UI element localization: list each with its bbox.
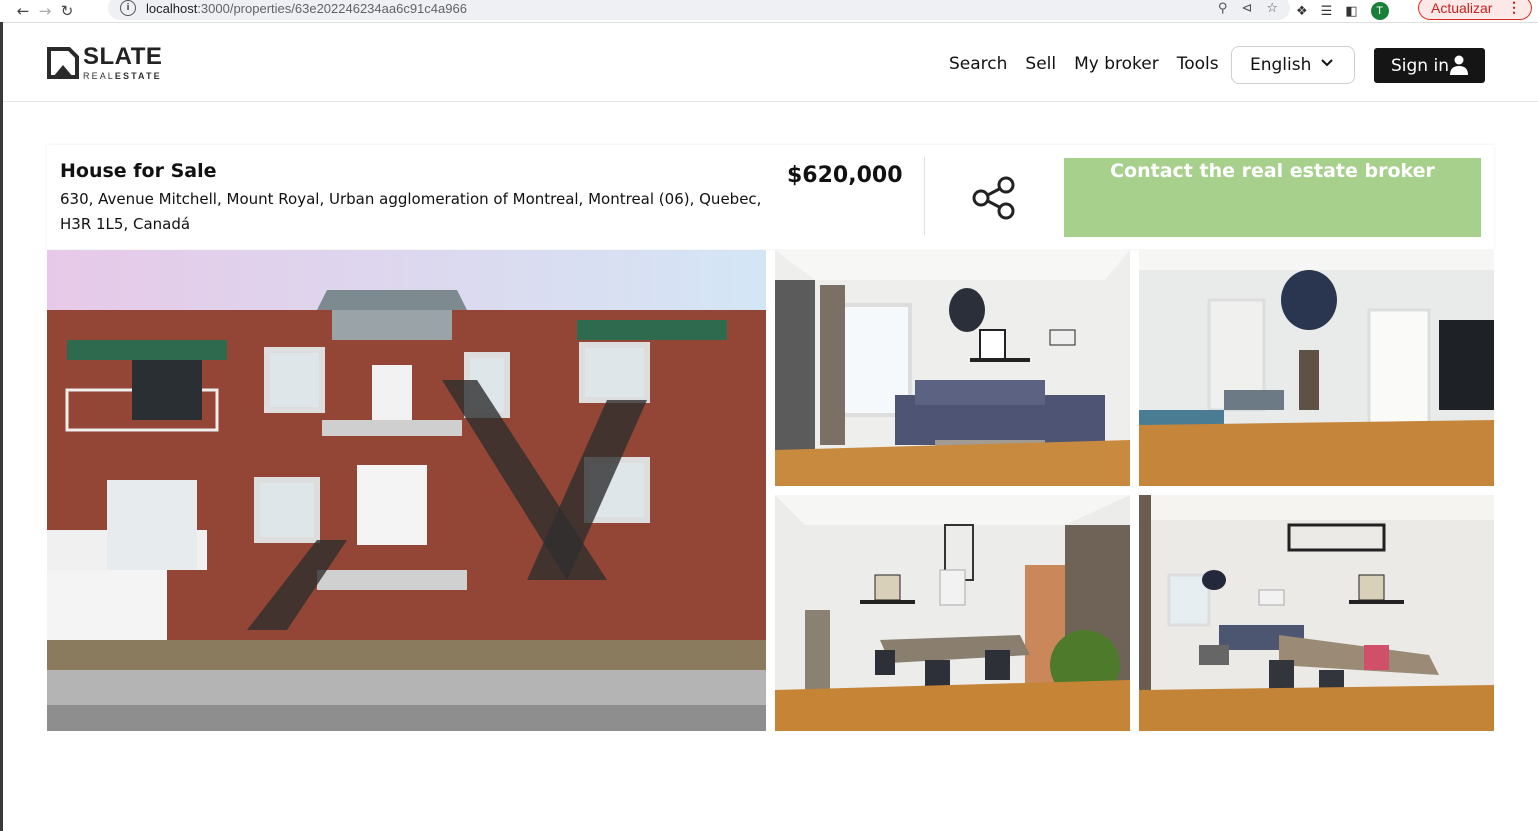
main-nav: Search Sell My broker Tools (949, 54, 1219, 74)
listing-price: $620,000 (787, 163, 903, 188)
listing-title: House for Sale (60, 160, 217, 182)
living-room-photo[interactable] (775, 250, 1130, 486)
sign-in-label: Sign in (1391, 55, 1449, 76)
slate-logo[interactable]: SLATE REALESTATE (47, 45, 162, 81)
url-text: localhost:3000/properties/63e202246234aa… (146, 1, 467, 16)
logo-sub-light: REAL (83, 71, 115, 81)
url-path: :3000/properties/63e202246234aa6c91c4a96… (197, 0, 467, 16)
side-panel-icon[interactable]: ◧ (1345, 4, 1357, 19)
contact-broker-button[interactable]: Contact the real estate broker (1064, 158, 1481, 237)
nav-my-broker[interactable]: My broker (1074, 54, 1159, 74)
divider (924, 157, 925, 235)
reload-icon[interactable]: ↻ (56, 1, 78, 21)
exterior-image (47, 250, 766, 731)
reading-list-icon[interactable]: ☰ (1321, 4, 1333, 19)
bookmark-star-icon[interactable]: ☆ (1266, 1, 1278, 16)
logo-subtitle: REALESTATE (83, 71, 162, 81)
browser-toolbar: ← → ↻ i localhost:3000/properties/63e202… (0, 0, 1538, 23)
living-room-image (775, 250, 1130, 486)
user-icon (1450, 55, 1468, 75)
more-menu-icon[interactable]: ⋮ (1507, 0, 1521, 16)
share-icon[interactable] (971, 175, 1017, 221)
extensions-icon[interactable]: ❖ (1296, 4, 1308, 19)
profile-avatar[interactable]: T (1370, 2, 1389, 20)
open-space-image (1139, 495, 1494, 731)
listing-summary-card: House for Sale 630, Avenue Mitchell, Mou… (47, 145, 1494, 249)
browser-nav: ← → ↻ (12, 0, 78, 22)
logo-house-icon (47, 47, 79, 79)
update-browser-button[interactable]: Actualizar ⋮ (1418, 0, 1532, 20)
back-icon[interactable]: ← (12, 1, 34, 21)
language-label: English (1250, 55, 1312, 75)
exterior-photo[interactable] (47, 250, 766, 731)
nav-tools[interactable]: Tools (1177, 54, 1219, 74)
logo-word: SLATE (83, 43, 163, 70)
language-select[interactable]: English (1231, 46, 1355, 84)
listing-address: 630, Avenue Mitchell, Mount Royal, Urban… (60, 190, 762, 233)
sign-in-button[interactable]: Sign in (1374, 48, 1485, 83)
window-edge (0, 22, 3, 831)
share-page-icon[interactable]: ⊲ (1241, 1, 1252, 16)
dining-living-photo[interactable] (1139, 250, 1494, 486)
dining-room-image (775, 495, 1130, 731)
site-info-icon[interactable]: i (120, 0, 136, 16)
logo-sub-bold: ESTATE (114, 71, 162, 81)
zoom-icon[interactable]: ⚲ (1218, 1, 1228, 16)
forward-icon[interactable]: → (34, 1, 56, 21)
dining-room-photo[interactable] (775, 495, 1130, 731)
nav-search[interactable]: Search (949, 54, 1007, 74)
url-host: localhost (146, 0, 198, 16)
open-space-photo[interactable] (1139, 495, 1494, 731)
chevron-down-icon (1321, 59, 1333, 67)
address-bar[interactable]: i localhost:3000/properties/63e202246234… (108, 0, 1290, 20)
nav-sell[interactable]: Sell (1025, 54, 1056, 74)
update-button-label: Actualizar (1431, 0, 1493, 16)
dining-living-image (1139, 250, 1494, 486)
site-header: SLATE REALESTATE Search Sell My broker T… (3, 28, 1538, 102)
